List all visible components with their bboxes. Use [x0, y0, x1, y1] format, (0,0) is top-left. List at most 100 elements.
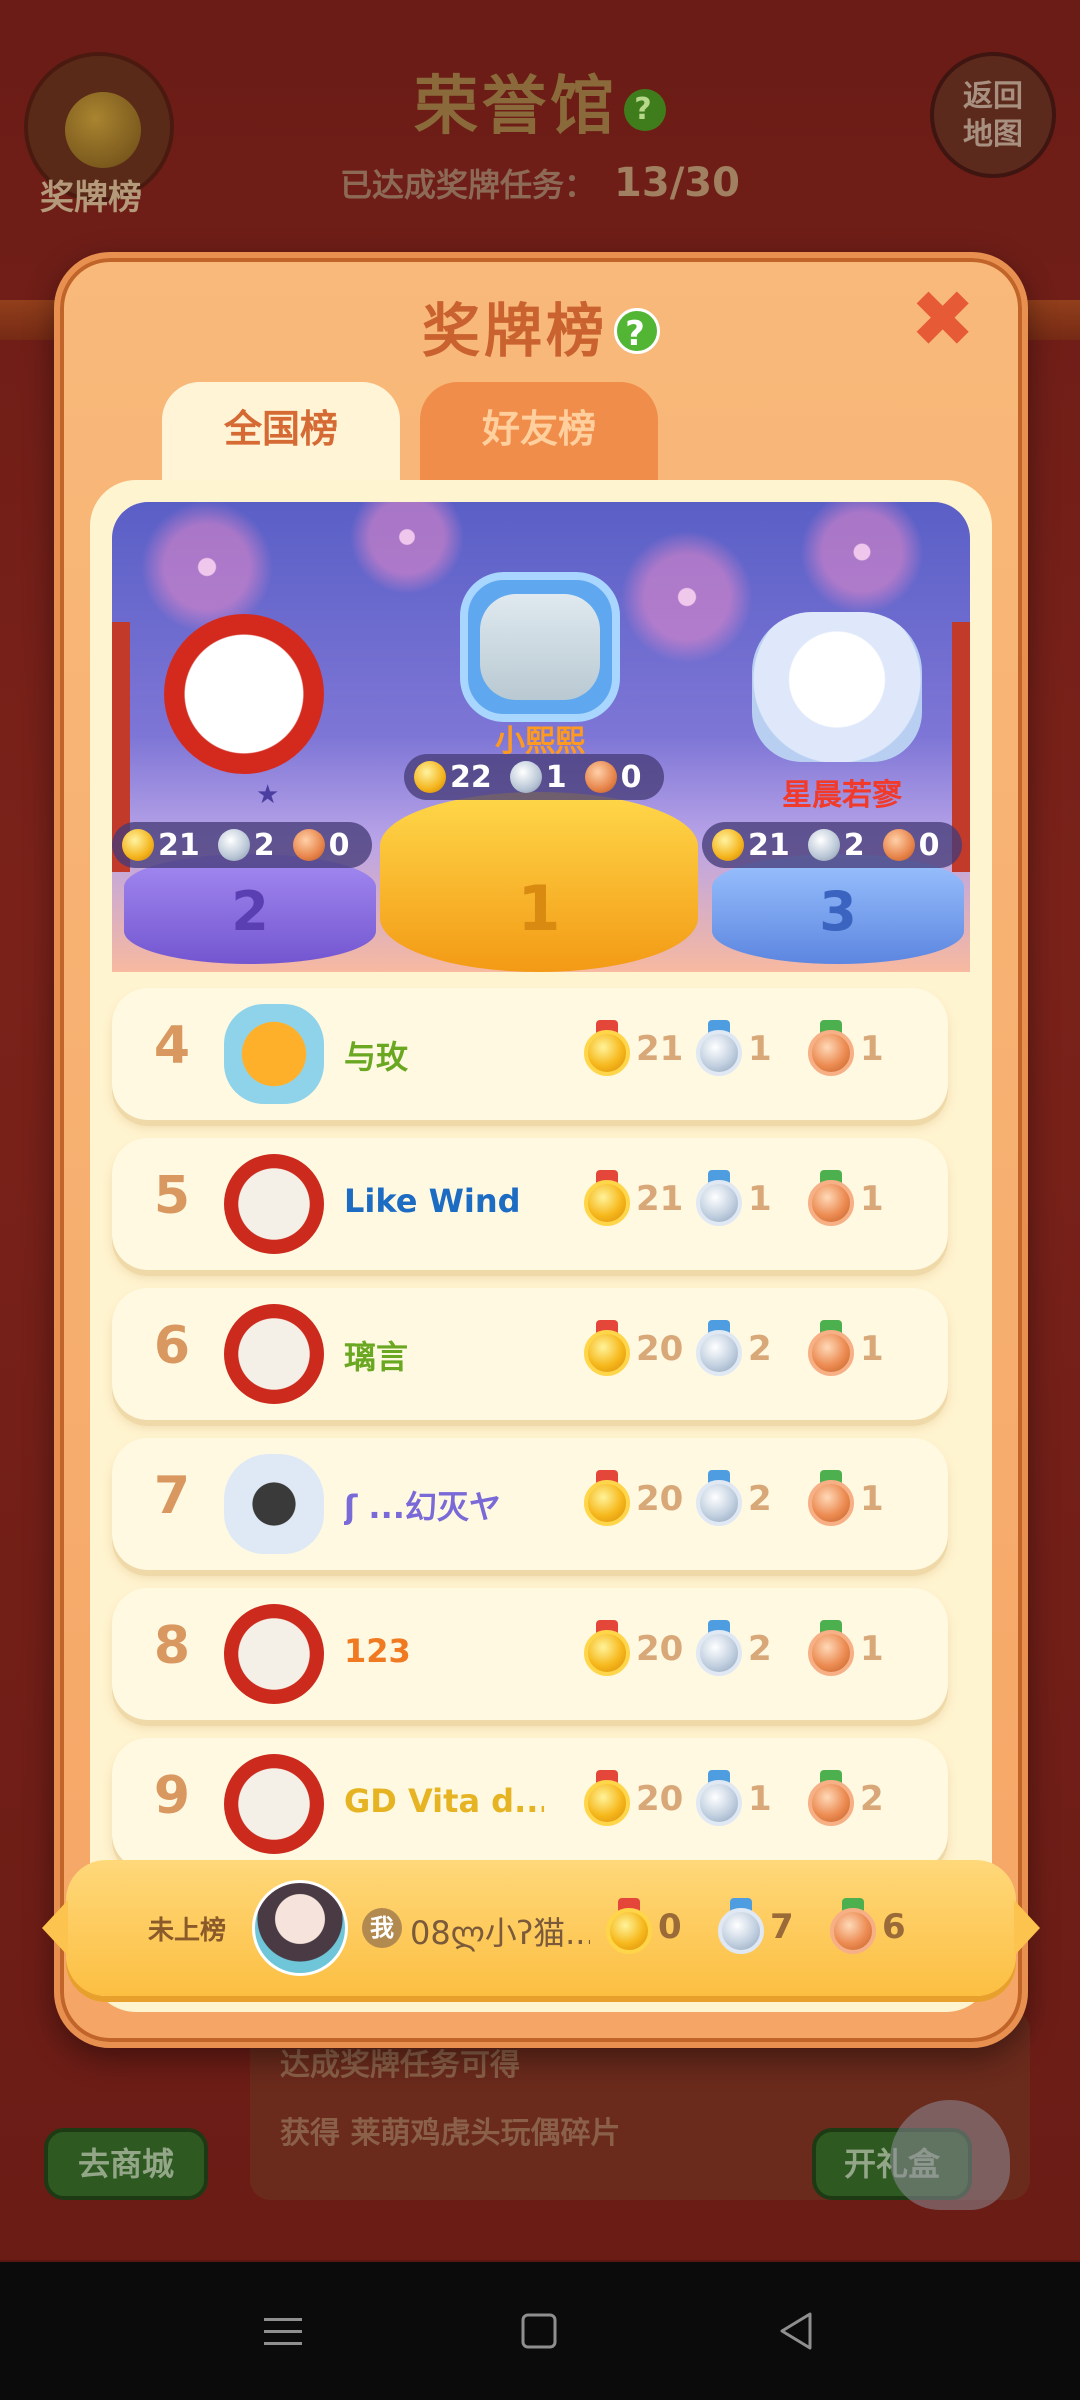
rank-number: 5: [153, 1166, 191, 1226]
gold-medal-icon: [582, 1620, 632, 1678]
bronze-medal-icon: [806, 1320, 856, 1378]
leaderboard-panel: 2 3 1 ★ 21 2 0 小熙熙 22 1 0 星晨若寥 21 2 0 4 …: [90, 480, 992, 2012]
silver-medal-icon: [694, 1770, 744, 1828]
leaderboard-row[interactable]: 8 123 20 2 1: [112, 1588, 948, 1720]
my-rank-status: 未上榜: [148, 1916, 227, 1946]
my-avatar[interactable]: [252, 1880, 348, 1976]
go-shop-button[interactable]: 去商城: [44, 2128, 208, 2200]
player-avatar[interactable]: [224, 1754, 324, 1854]
my-gold-count: 0: [658, 1907, 682, 1947]
player-avatar[interactable]: [224, 1454, 324, 1554]
menu-icon[interactable]: [258, 2306, 308, 2356]
leaderboard-row[interactable]: 5 Like Wind 21 1 1: [112, 1138, 948, 1270]
pedestal-third: 3: [712, 854, 964, 964]
silver-medal-icon: [716, 1898, 766, 1956]
silver-count: 1: [748, 1779, 772, 1819]
bronze-medal-icon: [806, 1770, 856, 1828]
silver-medal-icon: [694, 1020, 744, 1078]
gold-medal-icon: [604, 1898, 654, 1956]
gold-medal-icon: [122, 829, 154, 861]
silver-count: 2: [253, 827, 275, 863]
gold-count: 20: [636, 1629, 684, 1669]
leaderboard-row[interactable]: 4 与玫 21 1 1: [112, 988, 948, 1120]
tab-friends[interactable]: 好友榜: [420, 382, 658, 482]
back-icon[interactable]: [772, 2306, 822, 2356]
me-badge: 我: [362, 1908, 402, 1948]
pointer-hand-icon: [890, 2100, 1010, 2210]
bronze-medal-icon: [292, 829, 325, 861]
system-navigation-bar: [0, 2262, 1080, 2400]
rank-number-second: 2: [231, 880, 269, 943]
star-icon: ★: [256, 780, 280, 810]
reward-info-line-2: 获得 莱萌鸡虎头玩偶碎片: [280, 2116, 621, 2151]
bronze-count: 1: [860, 1029, 884, 1069]
gold-medal-icon: [582, 1020, 632, 1078]
player-avatar[interactable]: [224, 1604, 324, 1704]
gold-count: 21: [748, 827, 790, 863]
bronze-medal-icon: [806, 1470, 856, 1528]
gold-count: 21: [636, 1029, 684, 1069]
help-icon[interactable]: ?: [614, 308, 660, 354]
my-player-name: 08ლ小ʔ猫...: [410, 1914, 590, 1952]
gold-medal-icon: [582, 1320, 632, 1378]
silver-count: 2: [748, 1329, 772, 1369]
leaderboard-row[interactable]: 6 璃言 20 2 1: [112, 1288, 948, 1420]
gold-count: 21: [158, 827, 200, 863]
silver-count: 2: [843, 827, 865, 863]
my-rank-bar[interactable]: 未上榜 我 08ლ小ʔ猫... 0 7 6: [42, 1860, 1040, 1996]
bronze-count: 0: [620, 759, 642, 795]
player-name: 璃言: [344, 1338, 409, 1376]
player-avatar[interactable]: [224, 1004, 324, 1104]
rank-number: 4: [153, 1016, 191, 1076]
avatar-first[interactable]: [460, 572, 620, 722]
bronze-count: 2: [860, 1779, 884, 1819]
podium: 2 3 1 ★ 21 2 0 小熙熙 22 1 0 星晨若寥 21 2 0: [112, 502, 970, 972]
close-button[interactable]: ✖: [910, 281, 975, 359]
tab-national[interactable]: 全国榜: [162, 382, 400, 482]
bronze-medal-icon: [882, 829, 915, 861]
player-avatar[interactable]: [224, 1154, 324, 1254]
silver-medal-icon: [694, 1320, 744, 1378]
gold-count: 20: [636, 1479, 684, 1519]
firework-decoration: [612, 522, 762, 672]
leaderboard-row[interactable]: 7ʃ ...幻灭ヤ 20 2 1: [112, 1438, 948, 1570]
silver-medal-icon: [694, 1170, 744, 1228]
player-avatar[interactable]: [224, 1304, 324, 1404]
my-medals: 0 7 6: [604, 1898, 940, 1956]
home-icon[interactable]: [514, 2306, 564, 2356]
bronze-count: 0: [918, 827, 940, 863]
rank-number: 8: [153, 1616, 191, 1676]
leaderboard-row[interactable]: 9 GD Vita d... 20 1 2: [112, 1738, 948, 1870]
player-name-third: 星晨若寥: [782, 778, 902, 813]
avatar-second[interactable]: [164, 614, 324, 774]
silver-medal-icon: [807, 829, 840, 861]
avatar-third[interactable]: [752, 612, 922, 762]
gold-medal-icon: [582, 1170, 632, 1228]
silver-count: 2: [748, 1629, 772, 1669]
silver-count: 1: [748, 1029, 772, 1069]
hall-title: 荣誉馆?: [0, 55, 1080, 147]
player-name: Like Wind: [344, 1182, 521, 1220]
bronze-medal-icon: [806, 1170, 856, 1228]
hall-help-icon[interactable]: ?: [624, 89, 666, 132]
silver-count: 1: [748, 1179, 772, 1219]
rank-number: 6: [153, 1316, 191, 1376]
gold-count: 20: [636, 1779, 684, 1819]
medal-counts: 20 1 2: [582, 1770, 918, 1828]
gold-count: 21: [636, 1179, 684, 1219]
gold-medal-icon: [712, 829, 744, 861]
silver-medal-icon: [509, 761, 542, 793]
medals-third: 21 2 0: [702, 822, 962, 868]
pedestal-first: 1: [380, 792, 698, 972]
rank-number: 7: [153, 1466, 191, 1526]
gold-medal-icon: [414, 761, 446, 793]
bronze-medal-icon: [584, 761, 617, 793]
gold-medal-icon: [582, 1770, 632, 1828]
bronze-count: 1: [860, 1629, 884, 1669]
bronze-medal-icon: [806, 1620, 856, 1678]
medals-first: 22 1 0: [404, 754, 664, 800]
gold-count: 20: [636, 1329, 684, 1369]
silver-count: 2: [748, 1479, 772, 1519]
bronze-medal-icon: [828, 1898, 878, 1956]
medal-counts: 20 2 1: [582, 1620, 918, 1678]
